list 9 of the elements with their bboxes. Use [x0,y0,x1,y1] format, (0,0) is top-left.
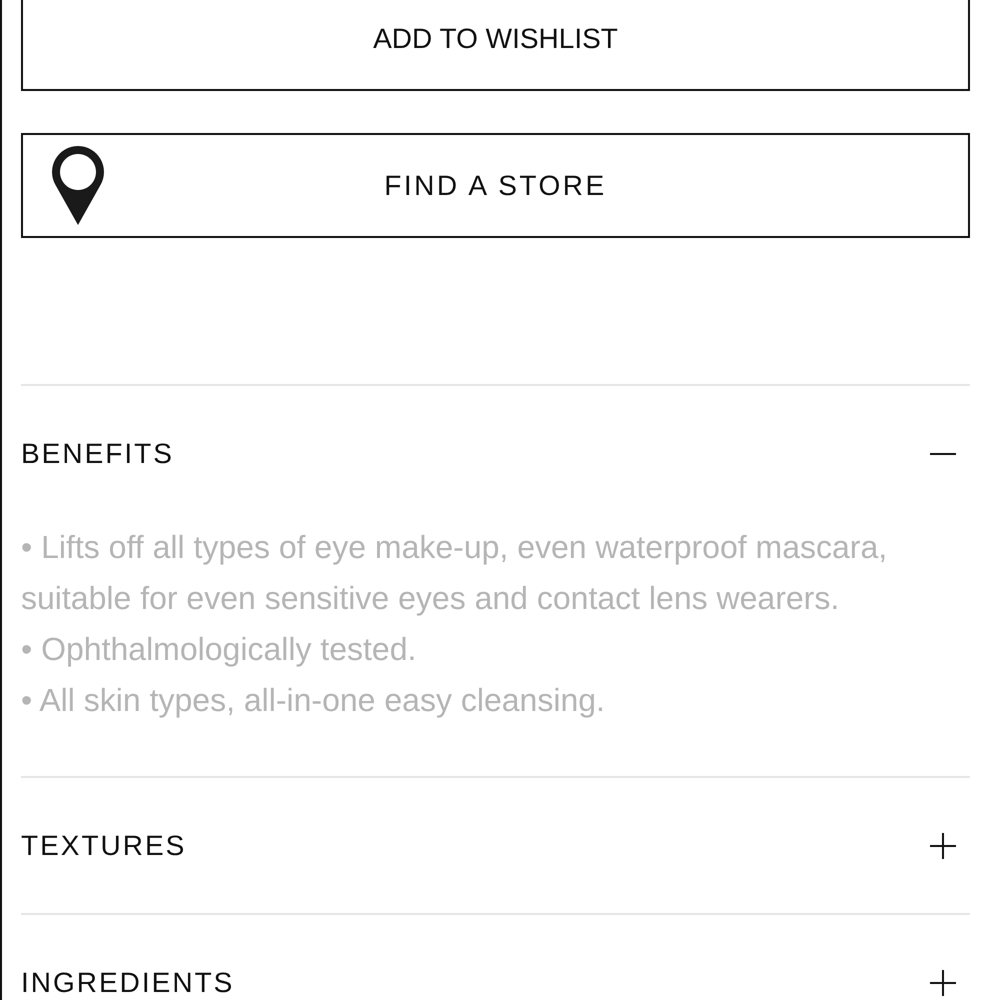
benefit-text: • Ophthalmologically tested. [21,630,418,669]
map-pin-icon [52,146,104,225]
find-store-button[interactable]: FIND A STORE [21,133,970,238]
accordion-header[interactable]: TEXTURES [21,829,970,863]
benefit-text: • Lifts off all types of eye make-up, even waterproof mascara, suitable for even sensitive eyes and contact lens wearers. [21,528,888,618]
accordion-header[interactable]: BENEFITS [21,437,970,471]
wishlist-button[interactable]: ADD TO WISHLIST [21,0,970,91]
benefit-text: • All skin types, all-in-one easy cleansing. [21,681,606,720]
accordion-header[interactable]: INGREDIENTS [21,966,970,1000]
